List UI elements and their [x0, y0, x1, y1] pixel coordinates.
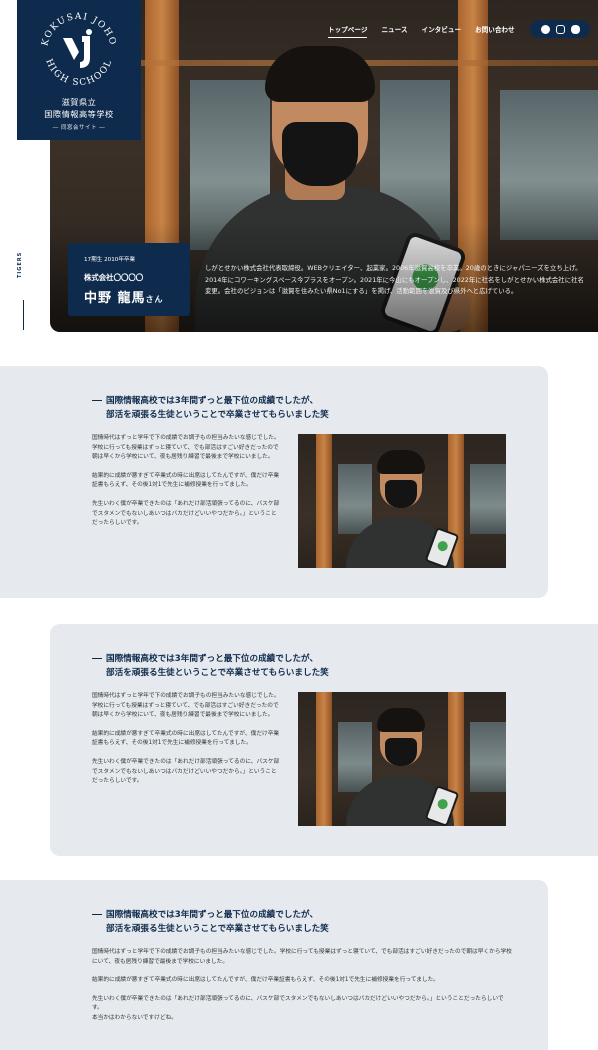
paragraph: 結果的に成績が悪すぎて卒業式の時に出席はしてたんですが、僕だけ卒業証書もらえず、… [92, 730, 280, 747]
section-title: 国際情報高校では3年間ずっと最下位の成績でしたが、 部活を頑張る生徒ということで… [92, 394, 329, 422]
svg-text:HIGH SCHOOL: HIGH SCHOOL [43, 58, 114, 89]
school-name: 国際情報高等学校 [44, 109, 114, 119]
section-title-line2: 部活を頑張る生徒ということで卒業させてもらいました笑 [106, 924, 329, 934]
paragraph: 国情時代はずっと学年で下の成績でお調子もの担当みたいな感じでした。学校に行っても… [92, 435, 280, 461]
nav-top[interactable]: トップページ [328, 24, 368, 38]
section-body: 国情時代はずっと学年で下の成績でお調子もの担当みたいな感じでした。学校に行っても… [92, 434, 282, 538]
honorific: さん [145, 295, 164, 304]
section-title-line1: 国際情報高校では3年間ずっと最下位の成績でしたが、 [106, 654, 319, 664]
person-name: 中野 龍馬 [84, 291, 146, 306]
main-nav: トップページ ニュース インタビュー お問い合わせ [328, 24, 515, 38]
paragraph: 結果的に成績が悪すぎて卒業式の時に出席はしてたんですが、僕だけ卒業証書もらえず、… [92, 977, 439, 984]
section-body: 国情時代はずっと学年で下の成績でお調子もの担当みたいな感じでした。学校に行っても… [92, 692, 282, 796]
hero-bio: しがとせかい株式会社代表取締役。WEBクリエイター、起業家。2006年滋賀高校を… [205, 264, 584, 295]
line-icon[interactable] [570, 24, 580, 34]
company-name: 株式会社〇〇〇〇 [84, 273, 144, 282]
paragraph: 先生いわく僕が卒業できたのは「あれだけ部活頑張ってるのに、バスケ部でスタメンでも… [92, 995, 504, 1012]
vertical-label: TIGERS [17, 251, 23, 278]
school-name-prefecture: 滋賀県立 [61, 97, 97, 107]
section-body: 国情時代はずっと学年で下の成績でお調子もの担当みたいな感じでした。学校に行っても… [92, 948, 512, 1033]
interview-photo [298, 434, 506, 568]
graduation-year: 17期生 2010年卒業 [84, 257, 136, 263]
nav-contact[interactable]: お問い合わせ [475, 24, 515, 37]
paragraph: 先生いわく僕が卒業できたのは「あれだけ部活頑張ってるのに、バスケ部でスタメンでも… [92, 758, 280, 785]
nav-news[interactable]: ニュース [381, 24, 407, 37]
paragraph: 先生いわく僕が卒業できたのは「あれだけ部活頑張ってるのに、バスケ部でスタメンでも… [92, 500, 280, 527]
paragraph: 本当かはわからないですけどね。 [92, 1014, 177, 1021]
section-title-line2: 部活を頑張る生徒ということで卒業させてもらいました笑 [106, 668, 329, 678]
section-title-line1: 国際情報高校では3年間ずっと最下位の成績でしたが、 [106, 910, 319, 920]
site-subtitle: ― 同窓会サイト ― [52, 125, 106, 131]
paragraph: 結果的に成績が悪すぎて卒業式の時に出席はしてたんですが、僕だけ卒業証書もらえず、… [92, 472, 280, 489]
interview-section-1: 国際情報高校では3年間ずっと最下位の成績でしたが、 部活を頑張る生徒ということで… [0, 366, 548, 598]
svg-text:KOKUSAI JOHO: KOKUSAI JOHO [40, 12, 117, 47]
section-title-line1: 国際情報高校では3年間ずっと最下位の成績でしたが、 [106, 396, 319, 406]
facebook-icon[interactable] [540, 24, 550, 34]
interview-section-3: 国際情報高校では3年間ずっと最下位の成績でしたが、 部活を頑張る生徒ということで… [0, 880, 548, 1050]
instagram-icon[interactable] [555, 24, 565, 34]
section-title-line2: 部活を頑張る生徒ということで卒業させてもらいました笑 [106, 410, 329, 420]
section-title: 国際情報高校では3年間ずっと最下位の成績でしたが、 部活を頑張る生徒ということで… [92, 652, 329, 680]
paragraph: 国情時代はずっと学年で下の成績でお調子もの担当みたいな感じでした。学校に行っても… [92, 693, 280, 719]
interview-photo [298, 692, 506, 826]
nav-interview[interactable]: インタビュー [421, 24, 461, 37]
vertical-divider [23, 300, 24, 330]
profile-card: 17期生 2010年卒業 株式会社〇〇〇〇 中野 龍馬さん [68, 243, 190, 316]
section-title: 国際情報高校では3年間ずっと最下位の成績でしたが、 部活を頑張る生徒ということで… [92, 908, 329, 936]
paragraph: 国情時代はずっと学年で下の成績でお調子もの担当みたいな感じでした。学校に行っても… [92, 949, 512, 965]
school-emblem-icon: KOKUSAI JOHO HIGH SCHOOL [40, 12, 117, 89]
site-logo[interactable]: KOKUSAI JOHO HIGH SCHOOL 滋賀県立 国際情報高等学校 ―… [17, 0, 141, 140]
interview-section-2: 国際情報高校では3年間ずっと最下位の成績でしたが、 部活を頑張る生徒ということで… [50, 624, 598, 856]
social-links [530, 20, 590, 38]
